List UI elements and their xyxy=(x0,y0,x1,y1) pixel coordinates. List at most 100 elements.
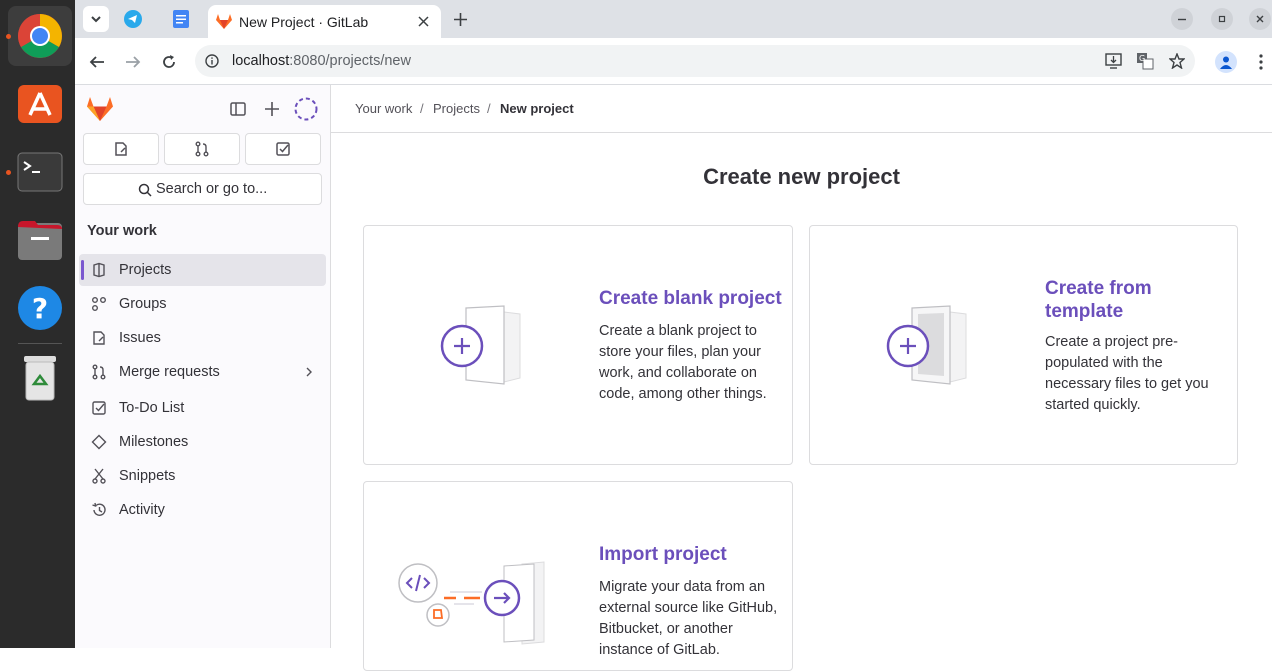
merge-request-icon xyxy=(195,141,209,157)
sidebar-item-milestones[interactable]: Milestones xyxy=(79,426,326,458)
forward-button[interactable] xyxy=(121,50,145,74)
card-description: Create a blank project to store your fil… xyxy=(599,323,767,402)
tab-search-button[interactable] xyxy=(83,6,109,32)
breadcrumb-separator: / xyxy=(420,101,424,116)
issue-icon xyxy=(115,142,127,156)
tab-gitlab-new-project[interactable]: New Project · GitLab xyxy=(208,5,441,38)
todo-icon xyxy=(276,142,290,156)
profile-button[interactable] xyxy=(1215,51,1237,73)
breadcrumb-item-projects[interactable]: Projects xyxy=(433,101,480,116)
breadcrumb-item-new-project: New project xyxy=(500,101,574,116)
sidebar-item-label: Groups xyxy=(119,296,167,312)
merge-request-icon xyxy=(92,364,106,380)
terminal-launcher[interactable] xyxy=(6,142,72,202)
card-description: Create a project pre-populated with the … xyxy=(1045,334,1209,413)
help-icon: ? xyxy=(18,286,62,330)
create-new-icon[interactable] xyxy=(264,101,280,117)
docs-icon xyxy=(173,10,189,28)
app-center-launcher[interactable] xyxy=(8,72,72,132)
new-tab-button[interactable] xyxy=(449,8,471,30)
restore-icon xyxy=(1218,15,1226,23)
search-button[interactable]: Search or go to... xyxy=(83,173,322,205)
minimize-button[interactable] xyxy=(1171,8,1193,30)
close-window-button[interactable] xyxy=(1249,8,1271,30)
terminal-icon xyxy=(17,152,63,192)
blank-project-illustration-icon xyxy=(440,305,521,385)
main-content: Your work / Projects / New project Creat… xyxy=(331,85,1272,671)
help-launcher[interactable]: ? xyxy=(8,278,72,338)
import-project-card[interactable]: Import project Migrate your data from an… xyxy=(363,481,793,671)
trash-launcher[interactable] xyxy=(8,348,72,408)
sidebar-toggle-icon[interactable] xyxy=(230,101,246,117)
card-title[interactable]: Create blank project xyxy=(599,288,782,310)
site-info-icon[interactable] xyxy=(205,54,219,68)
snippet-icon xyxy=(92,468,106,484)
create-from-template-card[interactable]: Create from template Create a project pr… xyxy=(809,225,1238,465)
url-path: :8080/projects/new xyxy=(289,53,411,69)
sidebar-item-issues[interactable]: Issues xyxy=(79,322,326,354)
sidebar-item-snippets[interactable]: Snippets xyxy=(79,460,326,492)
app-center-icon xyxy=(18,85,62,123)
import-illustration-icon xyxy=(398,561,545,645)
tab-title: New Project · GitLab xyxy=(239,14,369,30)
section-title: Your work xyxy=(87,223,157,239)
back-button[interactable] xyxy=(85,50,109,74)
trash-icon xyxy=(24,356,56,401)
sidebar-item-label: Snippets xyxy=(119,468,176,484)
url-text: localhost:8080/projects/new xyxy=(232,53,411,69)
sidebar-item-label: Milestones xyxy=(119,434,189,450)
svg-text:G: G xyxy=(1139,54,1145,63)
sidebar-item-label: Issues xyxy=(119,330,161,346)
sidebar-item-activity[interactable]: Activity xyxy=(79,494,326,526)
pinned-tab-telegram[interactable] xyxy=(123,9,143,29)
pinned-tab-docs[interactable] xyxy=(171,9,191,29)
sidebar-item-merge-requests[interactable]: Merge requests xyxy=(79,356,326,388)
card-title[interactable]: Create from template xyxy=(1045,277,1152,323)
gitlab-favicon-icon xyxy=(216,14,232,29)
url-host: localhost xyxy=(232,53,290,69)
chevron-down-icon xyxy=(91,16,101,23)
files-launcher[interactable] xyxy=(8,210,72,270)
sidebar-item-todo-list[interactable]: To-Do List xyxy=(79,392,326,424)
close-icon[interactable] xyxy=(418,16,429,27)
gitlab-logo-icon[interactable] xyxy=(87,97,113,121)
card-title[interactable]: Import project xyxy=(599,544,727,566)
chevron-right-icon xyxy=(306,367,312,377)
user-avatar-icon[interactable] xyxy=(294,97,318,121)
search-label: Search or go to... xyxy=(156,181,268,197)
project-icon xyxy=(93,262,105,278)
create-blank-project-card[interactable]: Create blank project Create a blank proj… xyxy=(363,225,793,465)
bookmark-star-icon[interactable] xyxy=(1169,53,1185,69)
sidebar-item-label: Merge requests xyxy=(119,364,220,380)
browser-menu-button[interactable] xyxy=(1253,51,1269,73)
arrow-left-icon xyxy=(89,56,104,68)
reload-button[interactable] xyxy=(157,50,181,74)
search-icon xyxy=(138,183,152,197)
template-illustration-icon xyxy=(886,305,967,385)
reload-icon xyxy=(163,55,175,68)
translate-icon[interactable]: G xyxy=(1136,52,1154,70)
sidebar-item-groups[interactable]: Groups xyxy=(79,288,326,320)
breadcrumb-separator: / xyxy=(487,101,491,116)
ubuntu-dock: ? xyxy=(0,0,75,648)
history-icon xyxy=(92,502,106,516)
browser-toolbar: localhost:8080/projects/new G xyxy=(75,38,1272,85)
files-icon xyxy=(18,221,62,260)
sidebar-item-label: Activity xyxy=(119,502,165,518)
svg-text:?: ? xyxy=(32,292,48,325)
close-icon xyxy=(1256,15,1264,23)
group-icon xyxy=(92,297,106,311)
card-title-line-1: Create from xyxy=(1045,278,1152,299)
todos-shortcut-button[interactable] xyxy=(245,133,321,165)
browser-window: New Project · GitLab localhost:8080/proj… xyxy=(75,0,1272,671)
maximize-button[interactable] xyxy=(1211,8,1233,30)
chrome-icon xyxy=(18,14,62,58)
issues-shortcut-button[interactable] xyxy=(83,133,159,165)
breadcrumb-item-your-work[interactable]: Your work xyxy=(355,101,412,116)
chrome-launcher[interactable] xyxy=(6,6,72,66)
sidebar-item-projects[interactable]: Projects xyxy=(79,254,326,286)
install-app-icon[interactable] xyxy=(1105,53,1122,69)
tab-strip: New Project · GitLab xyxy=(75,0,1272,38)
merge-requests-shortcut-button[interactable] xyxy=(164,133,240,165)
address-bar[interactable]: localhost:8080/projects/new G xyxy=(195,45,1195,77)
